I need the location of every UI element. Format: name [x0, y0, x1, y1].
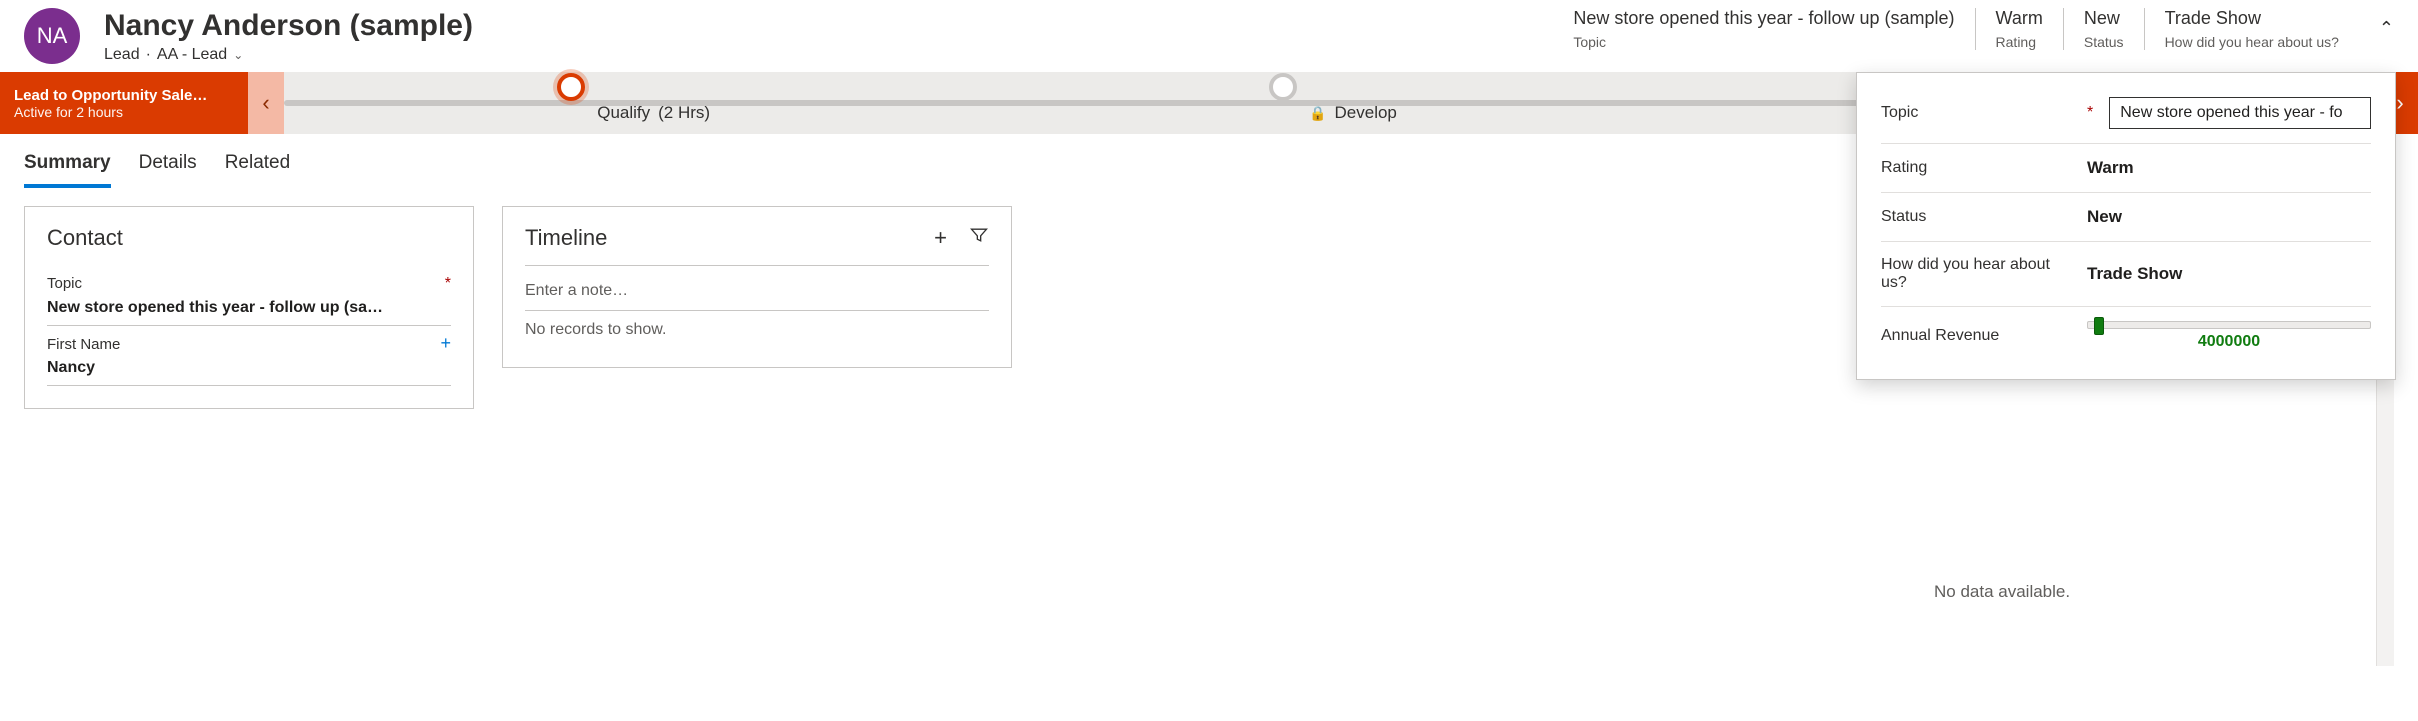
- add-icon[interactable]: +: [934, 225, 947, 251]
- flyout-value[interactable]: Warm: [2087, 158, 2371, 178]
- field-first-name[interactable]: First Name + Nancy: [47, 330, 451, 386]
- header-field-value: New: [2084, 8, 2124, 30]
- form-name: AA - Lead: [157, 46, 227, 64]
- bpf-stage-duration: (2 Hrs): [658, 103, 710, 123]
- right-pane-empty: No data available.: [1934, 582, 2394, 602]
- header-field-value: Warm: [1996, 8, 2043, 30]
- tab-details[interactable]: Details: [139, 152, 197, 188]
- bpf-stage-develop[interactable]: 🔒 Develop: [983, 72, 1682, 134]
- flyout-label: Topic: [1881, 104, 1918, 121]
- timeline-empty-text: No records to show.: [525, 311, 989, 349]
- flyout-label: How did you hear about us?: [1881, 256, 2071, 292]
- header-field-status[interactable]: New Status: [2063, 8, 2144, 50]
- bpf-active-duration: Active for 2 hours: [14, 104, 234, 120]
- header-field-source[interactable]: Trade Show How did you hear about us?: [2144, 8, 2359, 50]
- record-header: NA Nancy Anderson (sample) Lead · AA - L…: [0, 0, 2418, 72]
- revenue-slider[interactable]: [2087, 321, 2371, 329]
- field-topic[interactable]: Topic * New store opened this year - fol…: [47, 269, 451, 326]
- tab-summary[interactable]: Summary: [24, 152, 111, 188]
- header-field-topic[interactable]: New store opened this year - follow up (…: [1573, 8, 1974, 50]
- contact-card: Contact Topic * New store opened this ye…: [24, 206, 474, 409]
- entity-label: Lead: [104, 46, 140, 64]
- flyout-row-source[interactable]: How did you hear about us? Trade Show: [1881, 242, 2371, 307]
- record-title: Nancy Anderson (sample): [104, 8, 1573, 44]
- timeline-card-title: Timeline: [525, 225, 607, 251]
- flyout-topic-input[interactable]: [2109, 97, 2371, 129]
- bpf-stage-label: Qualify: [597, 103, 650, 123]
- lock-icon: 🔒: [1309, 105, 1326, 122]
- revenue-value: 4000000: [2087, 333, 2371, 351]
- bpf-process-info[interactable]: Lead to Opportunity Sale… Active for 2 h…: [0, 72, 248, 134]
- flyout-label: Annual Revenue: [1881, 327, 2071, 345]
- record-subtitle[interactable]: Lead · AA - Lead ⌄: [104, 46, 1573, 64]
- bpf-stage-dot-icon: [557, 73, 585, 101]
- required-icon: *: [445, 275, 451, 293]
- header-field-label: Status: [2084, 34, 2124, 50]
- header-fields: New store opened this year - follow up (…: [1573, 8, 2394, 50]
- bpf-process-name: Lead to Opportunity Sale…: [14, 87, 234, 104]
- flyout-value[interactable]: Trade Show: [2087, 264, 2371, 284]
- contact-card-title: Contact: [47, 225, 451, 251]
- flyout-row-topic: Topic *: [1881, 83, 2371, 144]
- field-label: First Name: [47, 336, 120, 353]
- flyout-label: Rating: [1881, 159, 2071, 177]
- collapse-header-icon[interactable]: ⌃: [2379, 18, 2394, 39]
- header-field-label: Topic: [1573, 34, 1954, 50]
- filter-icon[interactable]: [969, 225, 989, 251]
- title-block: Nancy Anderson (sample) Lead · AA - Lead…: [104, 8, 1573, 64]
- header-field-label: Rating: [1996, 34, 2043, 50]
- bpf-stage-label: Develop: [1335, 103, 1397, 123]
- header-field-label: How did you hear about us?: [2165, 34, 2339, 50]
- slider-thumb-icon[interactable]: [2094, 317, 2104, 335]
- flyout-row-revenue[interactable]: Annual Revenue 4000000: [1881, 307, 2371, 365]
- recommended-icon: +: [440, 338, 451, 348]
- header-field-rating[interactable]: Warm Rating: [1975, 8, 2063, 50]
- bpf-stage-qualify[interactable]: Qualify (2 Hrs): [284, 72, 983, 134]
- field-value[interactable]: Nancy: [47, 355, 451, 386]
- flyout-row-rating[interactable]: Rating Warm: [1881, 144, 2371, 193]
- timeline-card: Timeline + Enter a note… No records to s…: [502, 206, 1012, 368]
- bpf-prev-button[interactable]: ‹: [248, 72, 284, 134]
- field-value[interactable]: New store opened this year - follow up (…: [47, 295, 451, 326]
- flyout-value[interactable]: New: [2087, 207, 2371, 227]
- required-icon: *: [2087, 104, 2093, 122]
- flyout-row-status[interactable]: Status New: [1881, 193, 2371, 242]
- header-field-value: New store opened this year - follow up (…: [1573, 8, 1954, 30]
- chevron-down-icon[interactable]: ⌄: [233, 48, 243, 62]
- header-field-value: Trade Show: [2165, 8, 2339, 30]
- header-fields-flyout: Topic * Rating Warm Status New How did y…: [1856, 72, 2396, 380]
- timeline-note-input[interactable]: Enter a note…: [525, 276, 989, 311]
- bpf-stage-dot-icon: [1269, 73, 1297, 101]
- field-label: Topic: [47, 275, 82, 292]
- tab-related[interactable]: Related: [225, 152, 291, 188]
- avatar: NA: [24, 8, 80, 64]
- flyout-label: Status: [1881, 208, 2071, 226]
